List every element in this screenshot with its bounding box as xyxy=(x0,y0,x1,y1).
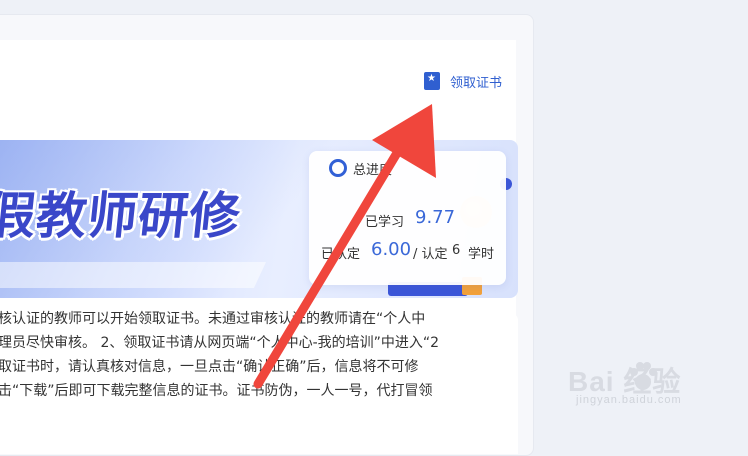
notice-line: 核认证的教师可以开始领取证书。未通过审核认证的教师请在“个人中 xyxy=(0,311,426,327)
banner-stripe xyxy=(0,262,267,288)
banner-title: 假教师研修 xyxy=(0,186,244,245)
notice-line: 理员尽快审核。 2、领取证书请从网页端“个人中心-我的培训”中进入“2 xyxy=(0,335,440,351)
progress-ring-icon xyxy=(329,159,347,177)
notice-line: 击“下载”后即可下载完整信息的证书。证书防伪，一人一号，代打冒领 xyxy=(0,383,433,399)
watermark-url: jingyan.baidu.com xyxy=(576,394,682,406)
notice-line: 取证书时，请认真核对信息，一旦点击“确认正确”后，信息将不可修 xyxy=(0,359,419,375)
certified-value: 6.00 xyxy=(371,239,412,260)
claim-certificate-label: 领取证书 xyxy=(450,75,503,91)
certified-separator: / 认定 xyxy=(413,247,448,262)
notice-panel: 核认证的教师可以开始领取证书。未通过审核认证的教师请在“个人中 理员尽快审核。 … xyxy=(0,311,518,454)
studied-label: 已学习 xyxy=(365,215,405,230)
progress-card: 总进度 已学习 9.77 已认定 6.00 / 认定 6 学时 xyxy=(309,151,506,285)
certificate-star-icon xyxy=(424,72,440,90)
required-value: 6 xyxy=(452,243,461,258)
progress-title: 总进度 xyxy=(353,163,393,178)
studied-value: 9.77 xyxy=(415,207,456,228)
certified-label: 已认定 xyxy=(321,247,361,262)
hours-unit: 学时 xyxy=(468,247,495,262)
claim-certificate-link[interactable]: 领取证书 xyxy=(424,70,502,92)
baidu-watermark: Bai 经验 jingyan.baidu.com xyxy=(566,358,742,418)
